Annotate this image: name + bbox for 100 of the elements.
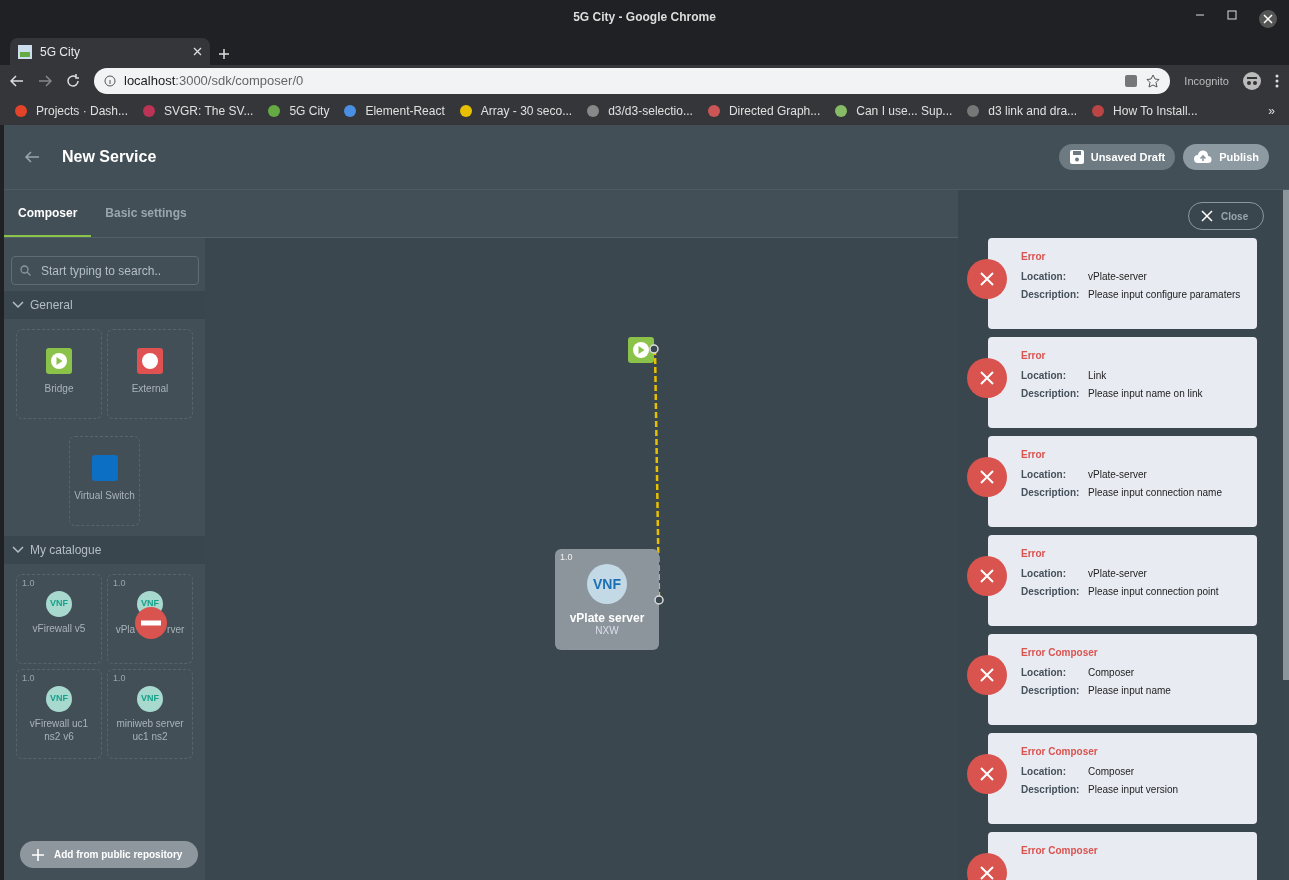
field-value: Composer — [1088, 666, 1135, 679]
reload-icon[interactable] — [66, 74, 80, 88]
field-value: vPlate-server — [1088, 567, 1147, 580]
close-icon[interactable] — [193, 47, 202, 56]
field-label: Location: — [1021, 270, 1067, 283]
chevron-down-icon — [12, 546, 24, 554]
new-tab-icon[interactable] — [218, 47, 230, 60]
field-value: Please input version — [1088, 783, 1179, 796]
favicon-icon — [18, 44, 32, 59]
field-value: vPlate-server — [1088, 468, 1147, 481]
bookmark[interactable]: How To Install... — [1091, 102, 1198, 120]
field-label: Location: — [1021, 765, 1067, 778]
palette-item[interactable]: 1.0 VNF vFirewall v5 — [16, 574, 102, 664]
close-icon[interactable] — [1259, 10, 1277, 28]
site-icon — [706, 104, 721, 118]
back-arrow-icon[interactable] — [24, 151, 40, 163]
menu-icon[interactable] — [1275, 74, 1279, 88]
field-label: Location: — [1021, 468, 1067, 481]
info-icon — [104, 75, 116, 87]
error-title: Error Composer — [1021, 745, 1099, 759]
plus-icon — [32, 848, 44, 861]
error-title: Error — [1021, 547, 1047, 561]
field-label: Description: — [1021, 387, 1081, 400]
palette-item[interactable]: 1.0 VNF vFirewall uc1 ns2 v6 — [16, 669, 102, 759]
palette-item[interactable]: External — [107, 329, 193, 419]
field-value: Please input name — [1088, 684, 1171, 697]
field-value: Please input name on link — [1088, 387, 1203, 400]
chevron-down-icon — [12, 301, 24, 309]
error-title: Error Composer — [1021, 844, 1099, 858]
record-icon — [137, 348, 163, 374]
bookmark[interactable]: Directed Graph... — [706, 102, 821, 120]
site-icon — [267, 104, 282, 118]
forward-icon[interactable] — [38, 75, 52, 87]
palette-item[interactable]: Virtual Switch — [69, 436, 140, 526]
bookmark[interactable]: SVGR: The SV... — [142, 102, 254, 120]
bookmark[interactable]: 5G City — [267, 102, 330, 120]
site-icon — [834, 104, 849, 118]
error-title: Error — [1021, 250, 1047, 264]
bridge-node — [628, 337, 654, 363]
add-repository-button[interactable]: Add from public repository — [20, 841, 198, 868]
bookmark[interactable]: Projects · Dash... — [14, 102, 129, 120]
palette-item[interactable]: 1.0 VNF vPla rver — [107, 574, 193, 664]
field-label: Description: — [1021, 783, 1081, 796]
section-header[interactable]: My catalogue — [4, 536, 205, 564]
field-label: Location: — [1021, 369, 1067, 382]
profile-label: Incognito — [1184, 73, 1229, 89]
site-icon — [343, 104, 358, 118]
field-value: Please input connection name — [1088, 486, 1222, 499]
field-label: Location: — [1021, 666, 1067, 679]
site-icon — [966, 104, 981, 118]
square-icon — [91, 455, 118, 481]
error-icon — [967, 259, 1007, 299]
field-value: Link — [1088, 369, 1107, 382]
field-label: Description: — [1021, 288, 1081, 301]
no-entry-icon — [135, 607, 168, 639]
error-title: Error — [1021, 349, 1047, 363]
field-value: Please input configure paramaters — [1088, 288, 1241, 301]
field-label: Description: — [1021, 585, 1081, 598]
error-icon — [967, 457, 1007, 497]
field-label: Location: — [1021, 567, 1067, 580]
address-bar[interactable]: localhost:3000/sdk/composer/0 — [94, 68, 1171, 94]
connection-port[interactable] — [649, 344, 659, 354]
section-header[interactable]: General — [4, 291, 205, 319]
error-icon — [967, 754, 1007, 794]
bookmark[interactable]: Array - 30 seco... — [458, 102, 573, 120]
vnf-node[interactable]: 1.0 VNF vPlate server NXW — [555, 549, 659, 650]
browser-tab[interactable]: 5G City — [10, 38, 210, 65]
site-icon — [586, 104, 601, 118]
field-label: Description: — [1021, 486, 1081, 499]
site-icon — [458, 104, 473, 118]
field-value: vPlate-server — [1088, 270, 1147, 283]
page-title: New Service — [62, 147, 158, 167]
bookmark[interactable]: d3/d3-selectio... — [586, 102, 693, 120]
field-label: Description: — [1021, 684, 1081, 697]
site-icon — [142, 104, 157, 118]
back-icon[interactable] — [10, 75, 24, 87]
error-icon — [967, 655, 1007, 695]
field-value: Please input connection point — [1088, 585, 1219, 598]
scrollbar[interactable] — [1283, 190, 1289, 680]
connection-port[interactable] — [654, 595, 664, 605]
palette-item[interactable]: 1.0 VNF miniweb server uc1 ns2 — [107, 669, 193, 759]
incognito-icon — [1243, 72, 1261, 90]
cloud-upload-icon — [1193, 150, 1214, 164]
more-bookmarks-button[interactable]: » — [1268, 102, 1275, 120]
save-draft-button[interactable]: Unsaved Draft — [1058, 144, 1176, 170]
search-field[interactable]: Start typing to search.. — [11, 256, 199, 285]
bookmark[interactable]: Can I use... Sup... — [834, 102, 953, 120]
error-title: Error Composer — [1021, 646, 1099, 660]
tab[interactable]: Basic settings — [91, 190, 201, 237]
field-value: Composer — [1088, 765, 1135, 778]
close-icon — [1201, 210, 1213, 222]
maximize-icon[interactable] — [1227, 10, 1237, 20]
error-title: Error — [1021, 448, 1047, 462]
window-title: 5G City - Google Chrome — [573, 9, 716, 26]
star-icon[interactable] — [1146, 74, 1161, 88]
publish-button[interactable]: Publish — [1183, 144, 1269, 170]
palette-item[interactable]: Bridge — [16, 329, 102, 419]
bookmark[interactable]: Element-React — [343, 102, 445, 120]
bookmark[interactable]: d3 link and dra... — [966, 102, 1078, 120]
play-icon — [46, 348, 72, 374]
